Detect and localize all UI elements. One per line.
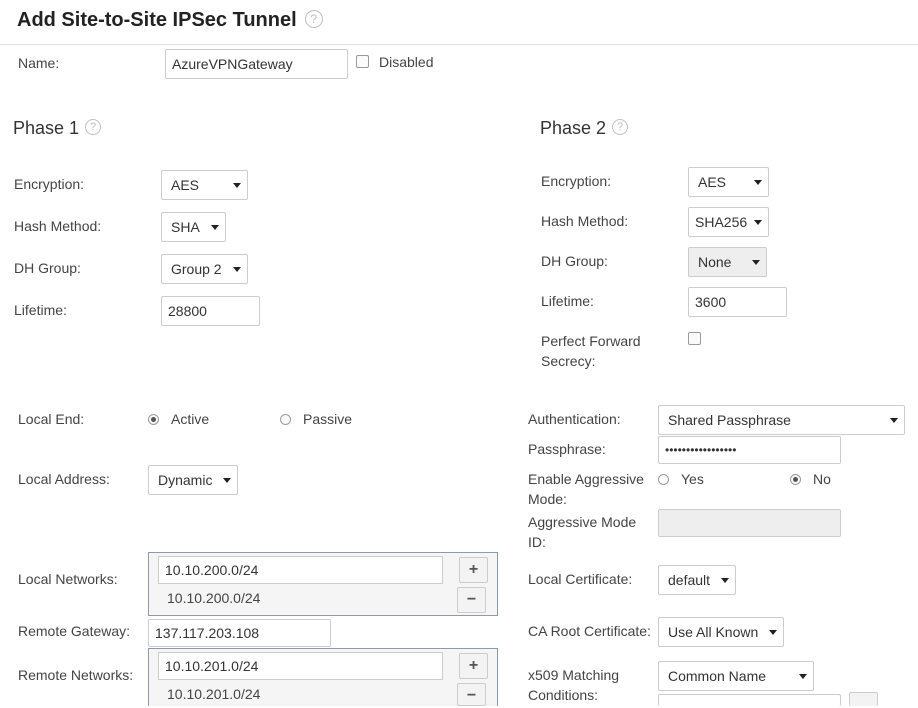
select-value: Use All Known xyxy=(668,624,759,640)
help-icon[interactable]: ? xyxy=(304,9,323,28)
aggressive-mode-id-label: Aggressive Mode ID: xyxy=(528,514,637,550)
local-networks-input[interactable]: 10.10.200.0/24 xyxy=(158,556,443,584)
remote-networks-add-button[interactable]: + xyxy=(459,653,488,679)
select-value: SHA256 xyxy=(695,214,748,230)
select-value: AES xyxy=(171,177,200,193)
chevron-down-icon xyxy=(211,225,219,230)
local-networks-add-button[interactable]: + xyxy=(459,557,488,583)
passphrase-input[interactable]: ••••••••••••••••• xyxy=(658,436,841,464)
phase1-lifetime-label: Lifetime: xyxy=(14,302,67,318)
chevron-down-icon xyxy=(233,183,241,188)
chevron-down-icon xyxy=(721,578,729,583)
local-address-label: Local Address: xyxy=(18,471,110,487)
pfs-checkbox[interactable] xyxy=(688,332,701,345)
phase2-pfs-label: Perfect Forward Secrecy: xyxy=(541,333,641,369)
local-end-passive-label: Passive xyxy=(303,411,353,427)
phase1-lifetime-input[interactable]: 28800 xyxy=(161,296,260,326)
phase2-lifetime-label: Lifetime: xyxy=(541,293,594,309)
x509-add-button[interactable] xyxy=(849,692,878,706)
phase2-lifetime-input[interactable]: 3600 xyxy=(688,287,787,317)
remote-networks-input[interactable]: 10.10.201.0/24 xyxy=(158,652,443,680)
phase2-hash-label: Hash Method: xyxy=(541,213,629,229)
aggressive-yes-radio[interactable] xyxy=(658,474,669,485)
local-end-active-radio[interactable] xyxy=(148,414,159,425)
authentication-label: Authentication: xyxy=(528,411,621,427)
chevron-down-icon xyxy=(754,180,762,185)
name-input[interactable]: AzureVPNGateway xyxy=(165,49,348,79)
local-certificate-label: Local Certificate: xyxy=(528,571,633,587)
page-title: Add Site-to-Site IPSec Tunnel? xyxy=(17,9,323,32)
chevron-down-icon xyxy=(752,260,760,265)
disabled-checkbox[interactable] xyxy=(356,55,369,68)
chevron-down-icon xyxy=(233,267,241,272)
ca-root-certificate-label: CA Root Certificate: xyxy=(528,623,651,639)
remote-gateway-label: Remote Gateway: xyxy=(18,623,131,639)
select-value: Group 2 xyxy=(171,261,222,277)
phase1-dh-select[interactable]: Group 2 xyxy=(161,254,248,284)
aggressive-no-radio[interactable] xyxy=(790,474,801,485)
x509-matching-select[interactable]: Common Name xyxy=(658,661,814,691)
local-end-label: Local End: xyxy=(18,411,85,427)
phase2-encryption-select[interactable]: AES xyxy=(688,167,769,197)
local-end-passive-radio[interactable] xyxy=(280,414,291,425)
phase2-hash-select[interactable]: SHA256 xyxy=(688,207,769,237)
select-value: None xyxy=(698,254,732,270)
chevron-down-icon xyxy=(769,630,777,635)
select-value: Dynamic xyxy=(158,472,213,488)
local-networks-label: Local Networks: xyxy=(18,571,118,587)
local-end-active-label: Active xyxy=(171,411,210,427)
remote-networks-remove-button[interactable]: − xyxy=(457,683,486,706)
select-value: SHA xyxy=(171,219,200,235)
phase1-encryption-label: Encryption: xyxy=(14,176,85,192)
authentication-select[interactable]: Shared Passphrase xyxy=(658,405,905,435)
x509-value-input[interactable] xyxy=(658,694,841,706)
remote-networks-label: Remote Networks: xyxy=(18,667,134,683)
chevron-down-icon xyxy=(754,220,762,225)
list-item[interactable]: 10.10.200.0/24 xyxy=(167,590,260,606)
aggressive-mode-label: Enable Aggressive Mode: xyxy=(528,471,644,507)
name-label: Name: xyxy=(18,55,60,71)
phase1-encryption-select[interactable]: AES xyxy=(161,170,248,200)
aggressive-yes-label: Yes xyxy=(681,471,704,487)
header-divider xyxy=(0,44,918,45)
aggressive-mode-id-input[interactable] xyxy=(658,509,841,537)
phase2-title: Phase 2? xyxy=(540,118,629,139)
local-certificate-select[interactable]: default xyxy=(658,565,736,595)
local-networks-remove-button[interactable]: − xyxy=(457,587,486,613)
help-icon[interactable]: ? xyxy=(85,119,102,136)
phase1-hash-label: Hash Method: xyxy=(14,218,102,234)
phase2-dh-select[interactable]: None xyxy=(688,247,767,277)
phase1-hash-select[interactable]: SHA xyxy=(161,212,226,242)
select-value: Common Name xyxy=(668,668,767,684)
select-value: AES xyxy=(698,174,727,190)
select-value: default xyxy=(668,572,711,588)
list-item[interactable]: 10.10.201.0/24 xyxy=(167,686,260,702)
local-address-select[interactable]: Dynamic xyxy=(148,465,238,495)
ca-root-certificate-select[interactable]: Use All Known xyxy=(658,617,784,647)
select-value: Shared Passphrase xyxy=(668,412,791,428)
disabled-label: Disabled xyxy=(379,54,434,70)
phase1-title: Phase 1? xyxy=(13,118,102,139)
chevron-down-icon xyxy=(223,478,231,483)
x509-matching-label: x509 Matching Conditions: xyxy=(528,667,620,703)
chevron-down-icon xyxy=(799,674,807,679)
remote-gateway-input[interactable]: 137.117.203.108 xyxy=(148,619,331,647)
phase2-dh-label: DH Group: xyxy=(541,253,608,269)
phase2-encryption-label: Encryption: xyxy=(541,173,612,189)
passphrase-label: Passphrase: xyxy=(528,441,606,457)
chevron-down-icon xyxy=(890,418,898,423)
help-icon[interactable]: ? xyxy=(612,119,629,136)
phase1-dh-label: DH Group: xyxy=(14,260,81,276)
aggressive-no-label: No xyxy=(813,471,831,487)
